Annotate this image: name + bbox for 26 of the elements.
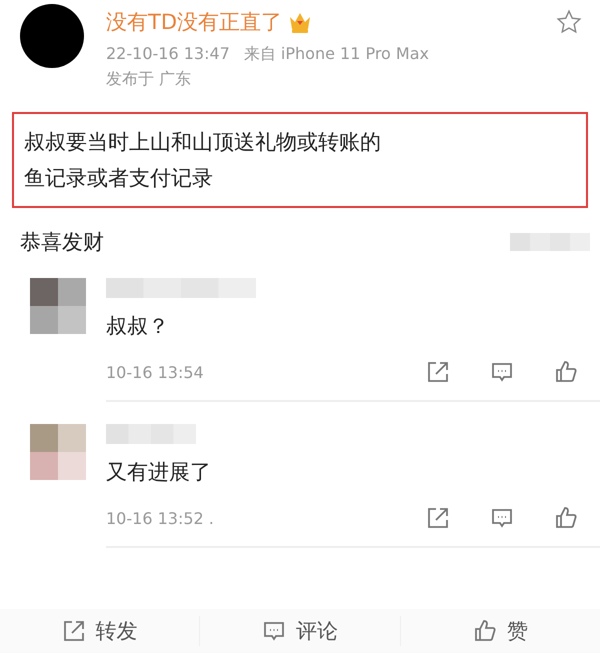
repost-icon[interactable] [426,506,450,530]
blurred-avatar [30,424,86,480]
comment-button[interactable]: 评论 [200,616,401,646]
repost-icon[interactable] [426,360,450,384]
reply-text: 恭喜发财 [20,229,104,256]
thumbs-up-icon [472,619,497,643]
repost-button[interactable]: 转发 [0,616,200,646]
post-text-line: 鱼记录或者支付记录 [24,165,214,192]
comment-text: 又有进展了 [106,459,212,486]
comment-text: 叔叔？ [106,313,170,340]
comment-icon[interactable] [490,506,514,530]
star-icon[interactable] [556,9,582,35]
repost-icon [62,619,86,643]
thumbs-up-icon[interactable] [554,360,578,384]
post-location: 发布于 广东 [106,69,192,90]
post-source: 来自 iPhone 11 Pro Max [244,44,429,65]
blurred-avatar [30,278,86,334]
post-text-line: 叔叔要当时上山和山顶送礼物或转账的 [24,129,382,156]
comment-icon[interactable] [490,360,514,384]
like-button[interactable]: 赞 [400,616,600,646]
comment-time: 10-16 13:54 [106,362,204,382]
comment-time: 10-16 13:52 . [106,508,214,528]
comment-icon [262,619,286,643]
thumbs-up-icon[interactable] [554,506,578,530]
post-time: 22-10-16 13:47 [106,44,230,65]
crown-icon [288,11,312,33]
